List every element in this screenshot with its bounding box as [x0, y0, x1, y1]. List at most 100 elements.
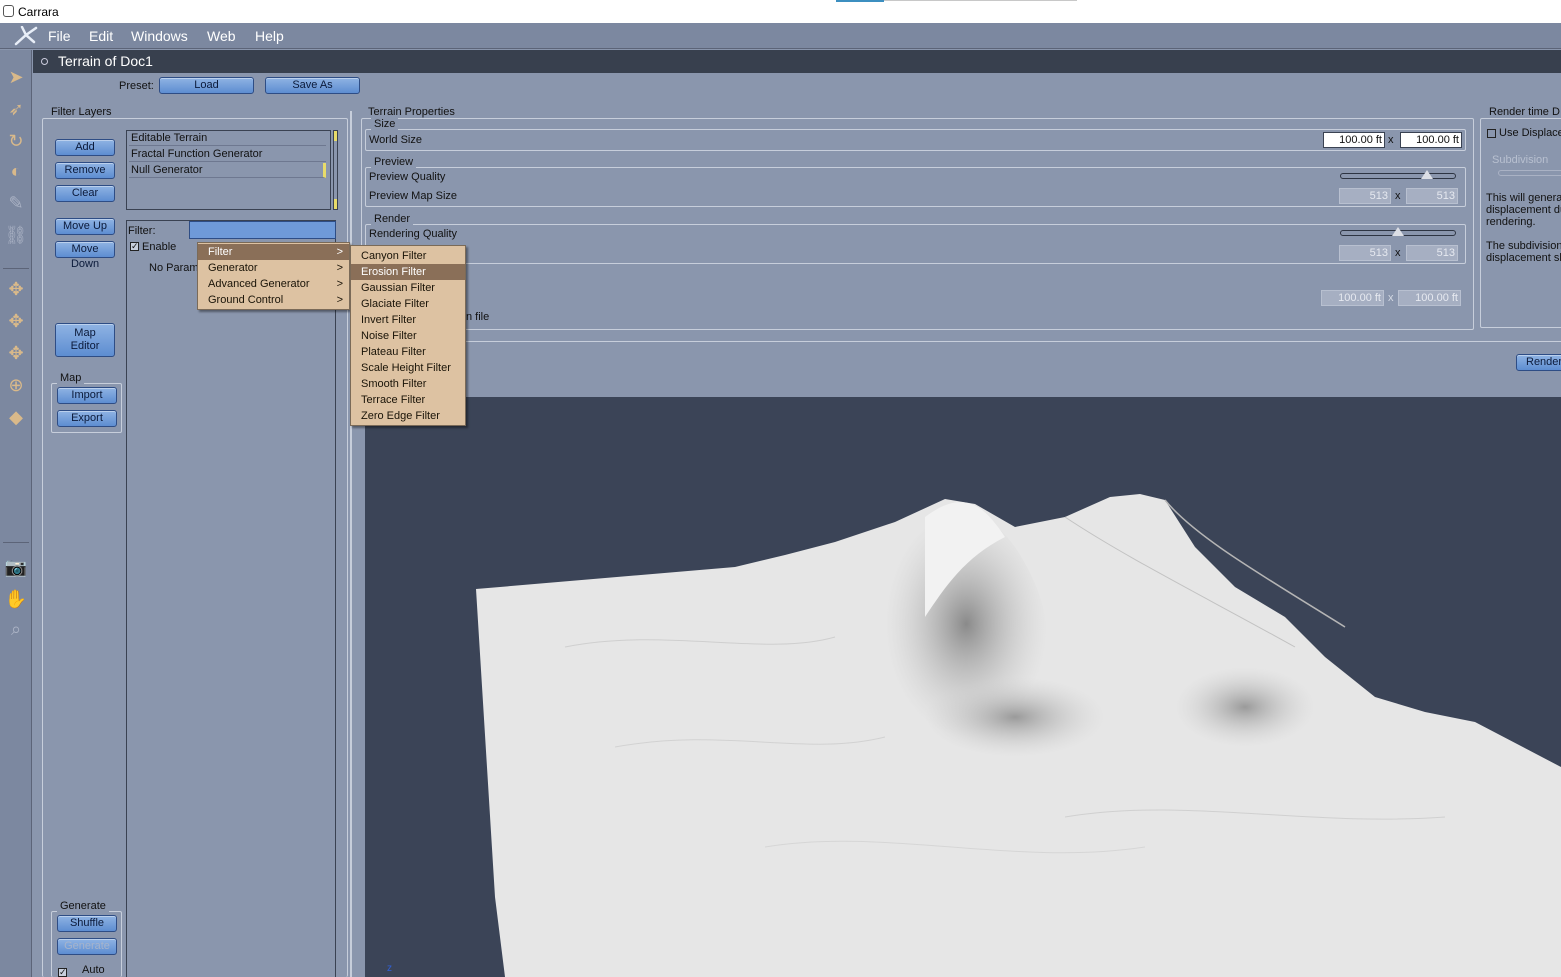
render-button[interactable]: Render [1516, 354, 1561, 371]
zoom-icon[interactable]: ⌕ [3, 616, 29, 642]
render-map-height-field: 513 [1406, 245, 1458, 261]
render-group-title: Render [371, 213, 414, 225]
render-time-title: Render time D [1486, 106, 1561, 118]
auto-checkbox[interactable]: ✓ [58, 968, 67, 977]
use-displacement-label: Use Displace [1499, 127, 1561, 139]
no-parameters-text: No Param [149, 262, 199, 274]
panel-splitter[interactable] [350, 111, 352, 977]
preview-quality-thumb[interactable] [1420, 170, 1433, 179]
title-bar-accent [836, 0, 884, 2]
submenu-item-gaussian-filter[interactable]: Gaussian Filter [351, 280, 465, 296]
terrain-3d-viewport[interactable]: z [365, 397, 1561, 977]
rendering-quality-thumb[interactable] [1392, 227, 1404, 236]
preview-map-height-field: 513 [1406, 188, 1458, 204]
menu-bar: File Edit Windows Web Help [0, 23, 1561, 49]
menu-file[interactable]: File [48, 28, 71, 44]
submenu-item-invert-filter[interactable]: Invert Filter [351, 312, 465, 328]
list-item[interactable]: Editable Terrain [129, 131, 326, 146]
tool-strip: ➤ ➶ ↻ ◐ ✎ ⛓ ✥ ✥ ✥ ⊕ ◆ 📷 ✋ ⌕ [0, 50, 32, 977]
submenu-item-zero-edge-filter[interactable]: Zero Edge Filter [351, 408, 465, 424]
extra-width-field: 100.00 ft [1321, 290, 1384, 306]
render-group [365, 224, 1466, 264]
track-icon[interactable]: ⊕ [3, 372, 29, 398]
render-time-desc-line: This will genera [1486, 192, 1561, 204]
import-button[interactable]: Import [57, 387, 117, 404]
menu-item-label: Ground Control [208, 294, 284, 306]
generate-button[interactable]: Generate [57, 938, 117, 955]
filter-layers-list[interactable]: Editable Terrain Fractal Function Genera… [126, 130, 331, 210]
preview-map-width-field: 513 [1339, 188, 1391, 204]
hand-icon[interactable]: ✋ [3, 586, 29, 612]
list-item-selected[interactable]: Null Generator [129, 163, 326, 178]
filter-layers-title: Filter Layers [48, 106, 115, 118]
menu-item-generator[interactable]: Generator > [198, 260, 349, 276]
menu-web[interactable]: Web [207, 28, 236, 44]
extra-x-separator: x [1388, 292, 1394, 304]
rotate-icon[interactable]: ↻ [3, 128, 29, 154]
tool-divider [3, 542, 29, 543]
list-item[interactable]: Fractal Function Generator [129, 147, 326, 162]
submenu-item-smooth-filter[interactable]: Smooth Filter [351, 376, 465, 392]
move-down-button[interactable]: Move Down [55, 241, 115, 270]
move-yz-icon[interactable]: ✥ [3, 340, 29, 366]
filter-dropdown[interactable] [189, 221, 336, 239]
extra-height-field: 100.00 ft [1398, 290, 1461, 306]
submenu-arrow-icon: > [336, 278, 343, 290]
submenu-item-terrace-filter[interactable]: Terrace Filter [351, 392, 465, 408]
preset-label: Preset: [119, 80, 154, 92]
save-as-button[interactable]: Save As [265, 77, 360, 94]
submenu-item-plateau-filter[interactable]: Plateau Filter [351, 344, 465, 360]
menu-windows[interactable]: Windows [131, 28, 188, 44]
generate-group-title: Generate [57, 900, 109, 912]
menu-item-label: Advanced Generator [208, 278, 310, 290]
shuffle-button[interactable]: Shuffle [57, 915, 117, 932]
menu-edit[interactable]: Edit [89, 28, 113, 44]
carrara-logo-icon [14, 26, 38, 46]
rendering-quality-slider[interactable] [1340, 227, 1456, 236]
add-button[interactable]: Add [55, 139, 115, 156]
preview-quality-slider[interactable] [1340, 170, 1456, 179]
collapse-dot-icon[interactable] [41, 58, 48, 65]
submenu-item-noise-filter[interactable]: Noise Filter [351, 328, 465, 344]
load-button[interactable]: Load [159, 77, 254, 94]
filter-submenu: Canyon Filter Erosion Filter Gaussian Fi… [350, 245, 466, 426]
map-editor-button[interactable]: Map Editor [55, 323, 115, 357]
export-button[interactable]: Export [57, 410, 117, 427]
move-arrow-icon[interactable]: ➶ [3, 96, 29, 122]
list-scrollbar[interactable] [333, 130, 338, 210]
section-divider [357, 341, 1561, 342]
submenu-item-erosion-filter[interactable]: Erosion Filter [351, 264, 465, 280]
menu-item-ground-control[interactable]: Ground Control > [198, 292, 349, 308]
clear-button[interactable]: Clear [55, 185, 115, 202]
enable-checkbox[interactable]: ✓ [130, 242, 139, 251]
map-editor-label-line1: Map [74, 327, 96, 339]
eyedropper-icon[interactable]: ✎ [3, 190, 29, 216]
submenu-item-canyon-filter[interactable]: Canyon Filter [351, 248, 465, 264]
menu-item-filter[interactable]: Filter > [198, 244, 349, 260]
filter-parameters-panel [126, 220, 336, 977]
render-time-desc-line: rendering. [1486, 216, 1536, 228]
world-height-field[interactable]: 100.00 ft [1400, 132, 1462, 148]
menu-help[interactable]: Help [255, 28, 284, 44]
link-icon[interactable]: ⛓ [3, 222, 29, 248]
submenu-item-scale-height-filter[interactable]: Scale Height Filter [351, 360, 465, 376]
subdivision-label: Subdivision [1492, 154, 1549, 166]
world-width-field[interactable]: 100.00 ft [1323, 132, 1385, 148]
move-xy-icon[interactable]: ✥ [3, 276, 29, 302]
submenu-item-glaciate-filter[interactable]: Glaciate Filter [351, 296, 465, 312]
document-title-bar: Terrain of Doc1 [33, 50, 1561, 73]
use-displacement-checkbox[interactable] [1487, 129, 1496, 138]
remove-button[interactable]: Remove [55, 162, 115, 179]
window-title: Carrara [18, 5, 59, 19]
move-xz-icon[interactable]: ✥ [3, 308, 29, 334]
menu-item-label: Filter [208, 246, 233, 258]
scale-icon[interactable]: ◐ [3, 158, 29, 184]
terrain-properties-title: Terrain Properties [365, 106, 458, 118]
selection-arrow-icon[interactable]: ➤ [3, 64, 29, 90]
size-x-separator: x [1388, 134, 1394, 146]
render-x-separator: x [1395, 247, 1401, 259]
camera-icon[interactable]: 📷 [3, 554, 29, 580]
move-up-button[interactable]: Move Up [55, 218, 115, 235]
menu-item-advanced-generator[interactable]: Advanced Generator > [198, 276, 349, 292]
terrain-icon[interactable]: ◆ [3, 404, 29, 430]
